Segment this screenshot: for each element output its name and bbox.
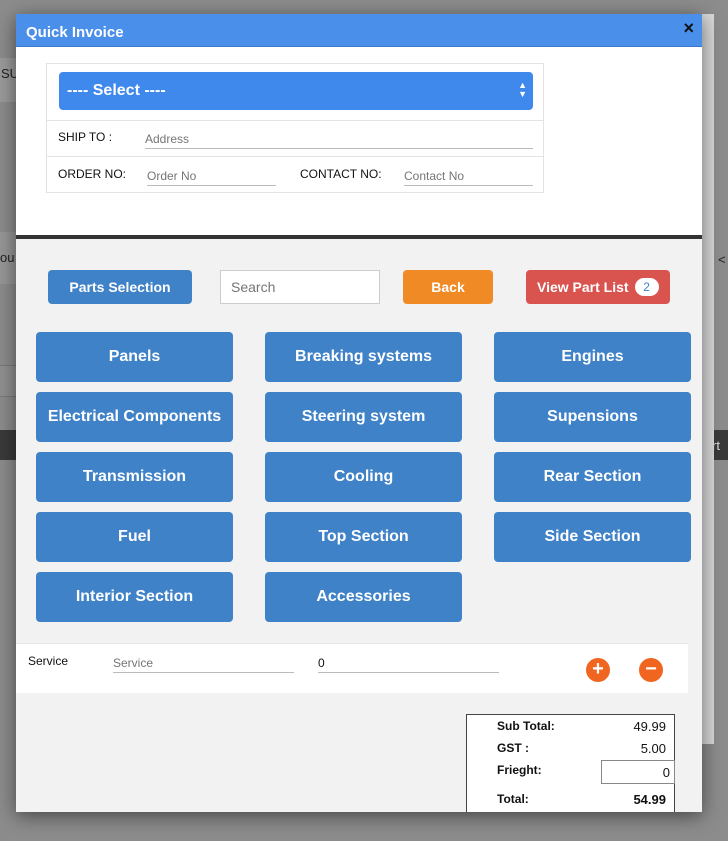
subtotal-label: Sub Total: [497, 719, 555, 733]
section-divider [16, 235, 702, 239]
view-part-list-label: View Part List [537, 279, 629, 295]
subtotal-value: 49.99 [633, 719, 666, 734]
search-input[interactable] [220, 270, 380, 304]
select-arrows-icon: ▲ ▼ [518, 80, 527, 99]
modal-title: Quick Invoice [26, 24, 124, 41]
backdrop-text: < [718, 252, 726, 267]
order-no-label: ORDER NO: [58, 167, 127, 181]
contact-no-label: CONTACT NO: [300, 167, 382, 181]
gst-label: GST : [497, 741, 529, 755]
backdrop-strip [0, 365, 16, 397]
parts-selection-button[interactable]: Parts Selection [48, 270, 192, 304]
total-value: 54.99 [633, 792, 666, 807]
customer-form: ---- Select ---- ▲▼ SHIP TO : ORDER NO: … [46, 63, 544, 193]
category-button-rear-section[interactable]: Rear Section [494, 452, 691, 502]
remove-service-button[interactable]: − [639, 658, 663, 682]
service-label: Service [28, 654, 69, 668]
add-service-button[interactable]: + [586, 658, 610, 682]
totals-box: Sub Total: 49.99 GST : 5.00 Frieght: Tot… [466, 714, 675, 812]
divider [47, 156, 543, 157]
category-button-electrical-components[interactable]: Electrical Components [36, 392, 233, 442]
ship-to-label: SHIP TO : [58, 130, 113, 144]
contact-no-input[interactable] [404, 167, 533, 186]
divider [47, 120, 543, 121]
category-button-steering-system[interactable]: Steering system [265, 392, 462, 442]
service-input[interactable] [113, 654, 294, 673]
back-button[interactable]: Back [403, 270, 493, 304]
service-row: Service + − [16, 643, 688, 693]
category-button-top-section[interactable]: Top Section [265, 512, 462, 562]
category-button-interior-section[interactable]: Interior Section [36, 572, 233, 622]
total-label: Total: [497, 792, 529, 806]
category-button-cooling[interactable]: Cooling [265, 452, 462, 502]
customer-select[interactable]: ---- Select ---- ▲ ▼ [59, 72, 533, 110]
modal-title-bar: Quick Invoice × [16, 14, 702, 47]
category-button-breaking-systems[interactable]: Breaking systems [265, 332, 462, 382]
category-button-transmission[interactable]: Transmission [36, 452, 233, 502]
gst-value: 5.00 [640, 741, 666, 756]
order-no-input[interactable] [147, 167, 276, 186]
modal-scrollbar[interactable] [702, 14, 714, 744]
part-count-badge: 2 [634, 278, 659, 296]
view-part-list-button[interactable]: View Part List 2 [526, 270, 670, 304]
customer-select-value: ---- Select ---- [67, 82, 166, 99]
quick-invoice-modal: Quick Invoice × ---- Select ---- ▲ ▼ SHIP… [16, 14, 702, 812]
customer-section: ---- Select ---- ▲▼ SHIP TO : ORDER NO: … [16, 47, 702, 235]
backdrop-text: ou [0, 250, 15, 265]
category-button-supensions[interactable]: Supensions [494, 392, 691, 442]
freight-label: Frieght: [497, 763, 542, 777]
backdrop-strip [0, 430, 16, 460]
category-button-fuel[interactable]: Fuel [36, 512, 233, 562]
category-button-side-section[interactable]: Side Section [494, 512, 691, 562]
close-button[interactable]: × [683, 18, 694, 39]
service-qty-input[interactable] [318, 654, 499, 673]
category-button-accessories[interactable]: Accessories [265, 572, 462, 622]
address-input[interactable] [145, 130, 533, 149]
freight-input[interactable] [601, 760, 675, 784]
category-button-panels[interactable]: Panels [36, 332, 233, 382]
category-button-engines[interactable]: Engines [494, 332, 691, 382]
